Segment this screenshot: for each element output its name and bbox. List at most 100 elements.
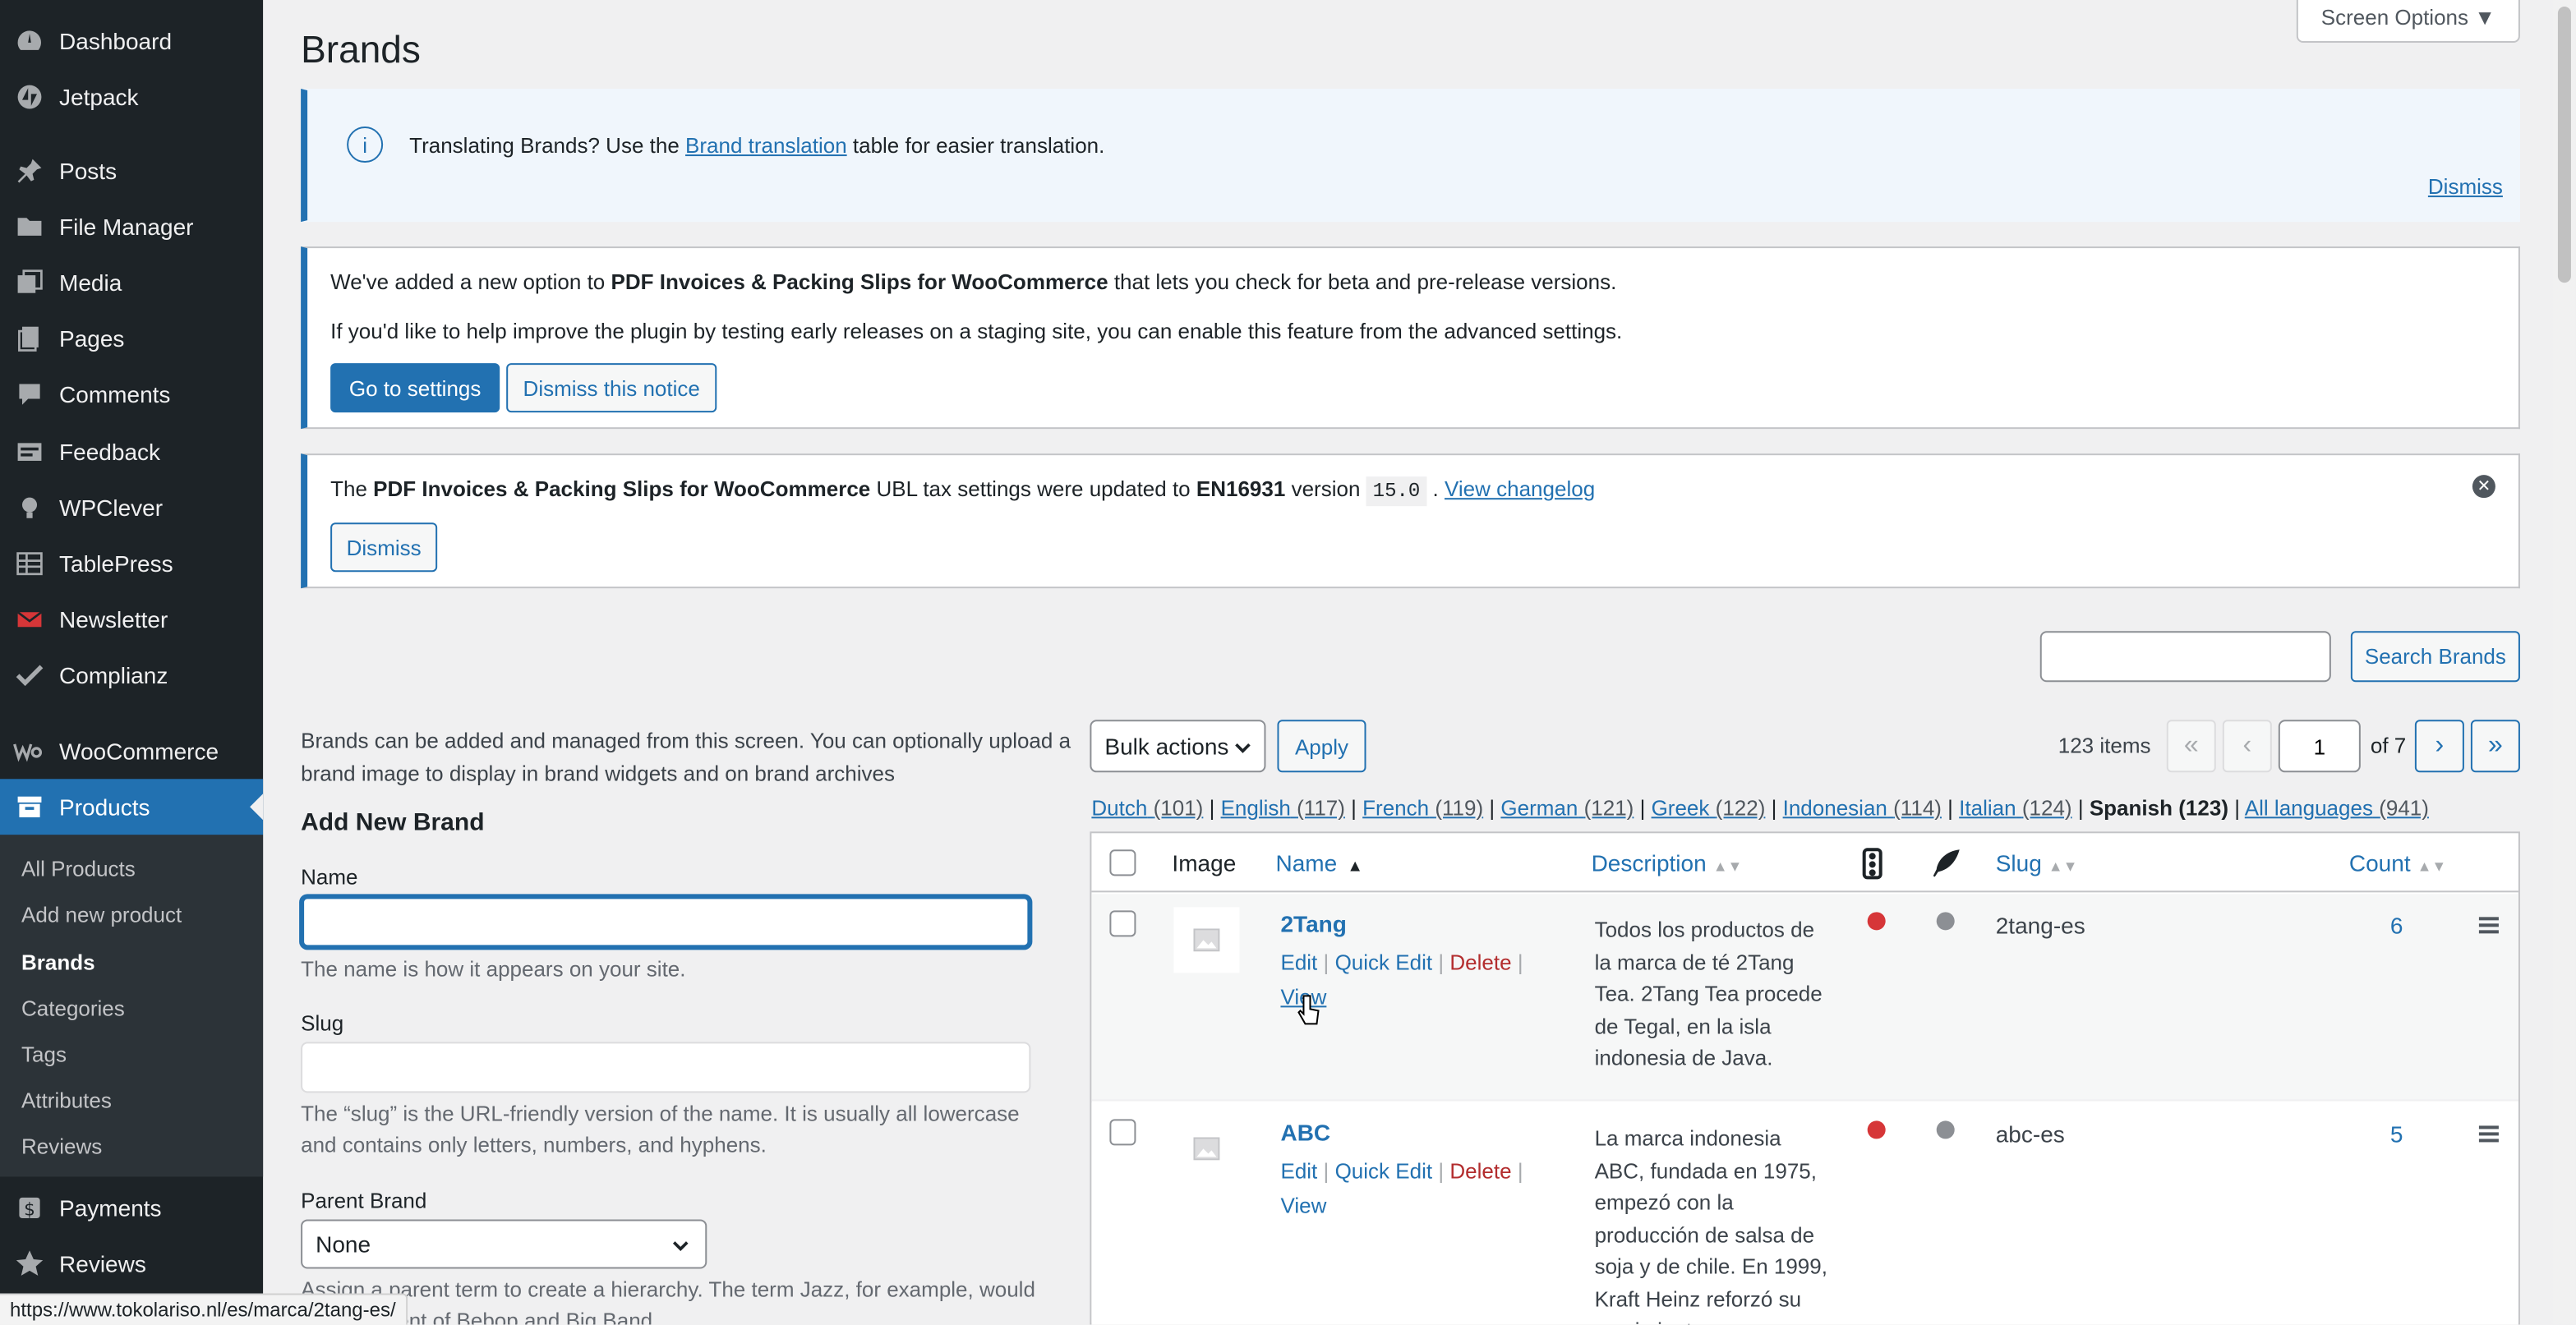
brand-name-input[interactable] (301, 895, 1031, 949)
description-line: Todos los productos de (1594, 917, 1815, 942)
slug-column-header[interactable]: Slug ▲▼ (1996, 849, 2078, 876)
lang-indonesian[interactable]: Indonesian (114) (1783, 795, 1942, 820)
last-page-button[interactable]: » (2470, 720, 2520, 773)
woo-icon (13, 734, 46, 767)
brand-image-placeholder-icon (1173, 1116, 1240, 1182)
go-to-settings-button[interactable]: Go to settings (330, 363, 500, 413)
lang-english[interactable]: English (117) (1221, 795, 1345, 820)
table-header: Image Name ▲ Description ▲▼ Slug ▲▼ Count ▲▼ (1091, 833, 2518, 893)
delete-link[interactable]: Delete (1449, 950, 1511, 974)
search-brands-input[interactable] (2039, 631, 2331, 683)
lang-english-name: English (1220, 795, 1291, 821)
menu-media-label: Media (59, 269, 122, 297)
brand-name-link[interactable]: 2Tang (1280, 910, 1346, 936)
row-checkbox[interactable] (1109, 910, 1136, 937)
mouse-pointer-icon (1295, 994, 1321, 1035)
view-link[interactable]: View (1280, 1193, 1326, 1217)
pdf-notice-line2: If you'd like to help improve the plugin… (330, 319, 1623, 344)
translation-text-before: Translating Brands? Use the (409, 133, 686, 159)
menu-complianz[interactable]: Complianz (0, 647, 263, 703)
lang-spanish[interactable]: Spanish (123) (2090, 795, 2228, 820)
submenu-all-products[interactable]: All Products (21, 856, 136, 881)
lang-italian[interactable]: Italian (124) (1959, 795, 2071, 820)
edit-link[interactable]: Edit (1280, 950, 1317, 974)
menu-feedback[interactable]: Feedback (0, 424, 263, 480)
apply-button[interactable]: Apply (1277, 720, 1366, 773)
submenu-add-new-product[interactable]: Add new product (21, 902, 182, 927)
menu-posts[interactable]: Posts (0, 143, 263, 199)
submenu-tags[interactable]: Tags (21, 1042, 67, 1066)
menu-payments[interactable]: $ Payments (0, 1180, 263, 1235)
menu-file-manager[interactable]: File Manager (0, 199, 263, 255)
submenu-categories[interactable]: Categories (21, 996, 125, 1020)
name-column-header[interactable]: Name ▲ (1275, 849, 1363, 876)
menu-wpclever[interactable]: WPClever (0, 480, 263, 536)
brand-count-link[interactable]: 6 (2390, 912, 2403, 938)
description-line: indonesia de Java. (1594, 1045, 1773, 1070)
brand-translation-link[interactable]: Brand translation (685, 133, 847, 158)
menu-woocommerce[interactable]: WooCommerce (0, 723, 263, 779)
close-icon[interactable]: ✕ (2472, 475, 2495, 499)
brand-slug: abc-es (1995, 1120, 2065, 1148)
folder-icon (13, 210, 46, 243)
dismiss-ubl-button[interactable]: Dismiss (330, 522, 438, 573)
row-checkbox[interactable] (1109, 1119, 1136, 1146)
add-new-brand-heading: Add New Brand (301, 808, 485, 837)
dismiss-this-notice-button[interactable]: Dismiss this notice (506, 363, 717, 413)
name-header-label: Name (1275, 849, 1338, 876)
lang-german[interactable]: German (121) (1500, 795, 1634, 820)
lang-greek[interactable]: Greek (122) (1652, 795, 1766, 820)
parent-brand-select[interactable]: None (301, 1219, 707, 1269)
prev-page-button[interactable]: ‹ (2222, 720, 2272, 773)
current-page-input[interactable] (2278, 720, 2361, 773)
next-page-button[interactable]: › (2414, 720, 2464, 773)
jetpack-icon (13, 81, 46, 113)
description-column-header[interactable]: Description ▲▼ (1592, 849, 1743, 876)
submenu-reviews[interactable]: Reviews (21, 1134, 102, 1158)
lang-all[interactable]: All languages (941) (2245, 795, 2429, 820)
envelope-icon (13, 603, 46, 636)
quick-edit-link[interactable]: Quick Edit (1335, 1158, 1433, 1183)
menu-pages[interactable]: Pages (0, 311, 263, 366)
menu-comments-label: Comments (59, 381, 171, 408)
menu-reviews[interactable]: Reviews (0, 1235, 263, 1291)
lang-indonesian-name: Indonesian (1782, 795, 1887, 821)
menu-tablepress[interactable]: TablePress (0, 536, 263, 591)
count-column-header[interactable]: Count ▲▼ (2349, 849, 2446, 876)
lang-french[interactable]: French (119) (1362, 795, 1483, 820)
row-actions: Edit | Quick Edit | Delete | (1280, 1158, 1523, 1184)
scrollbar-thumb[interactable] (2557, 7, 2571, 283)
menu-newsletter[interactable]: Newsletter (0, 591, 263, 647)
language-filter: Dutch (101) | English (117) | French (11… (1091, 795, 2429, 821)
drag-handle-icon[interactable] (2478, 917, 2499, 934)
drag-handle-icon[interactable] (2478, 1125, 2499, 1143)
menu-products[interactable]: Products (0, 779, 264, 835)
brand-count-link[interactable]: 5 (2390, 1120, 2403, 1147)
menu-comments[interactable]: Comments (0, 366, 263, 422)
ubl-version-code: 15.0 (1366, 476, 1427, 507)
status-red-dot (1867, 1120, 1886, 1139)
lang-dutch-name: Dutch (1091, 795, 1148, 821)
bulk-actions-select[interactable]: Bulk actions (1090, 720, 1266, 773)
brand-name-link[interactable]: ABC (1280, 1119, 1330, 1145)
menu-jetpack[interactable]: Jetpack (0, 69, 263, 125)
scrollbar-track[interactable] (2552, 0, 2576, 1325)
brand-slug-input[interactable] (301, 1042, 1031, 1093)
menu-dashboard[interactable]: Dashboard (0, 13, 263, 69)
search-brands-button[interactable]: Search Brands (2350, 631, 2520, 683)
view-changelog-link[interactable]: View changelog (1445, 476, 1595, 501)
delete-link[interactable]: Delete (1449, 1158, 1511, 1183)
quick-edit-link[interactable]: Quick Edit (1335, 950, 1433, 974)
lang-french-count: (119) (1435, 795, 1484, 821)
edit-link[interactable]: Edit (1280, 1158, 1317, 1183)
submenu-brands[interactable]: Brands (21, 950, 95, 974)
menu-newsletter-label: Newsletter (59, 606, 168, 633)
lang-dutch[interactable]: Dutch (101) (1091, 795, 1203, 820)
pdf-line1-bold: PDF Invoices & Packing Slips for WooComm… (611, 269, 1108, 295)
select-all-checkbox[interactable] (1109, 849, 1136, 876)
lang-indonesian-count: (114) (1893, 795, 1942, 821)
menu-media[interactable]: Media (0, 255, 263, 311)
submenu-attributes[interactable]: Attributes (21, 1088, 112, 1112)
dismiss-translation-link[interactable]: Dismiss (2428, 174, 2503, 199)
first-page-button[interactable]: « (2166, 720, 2216, 773)
